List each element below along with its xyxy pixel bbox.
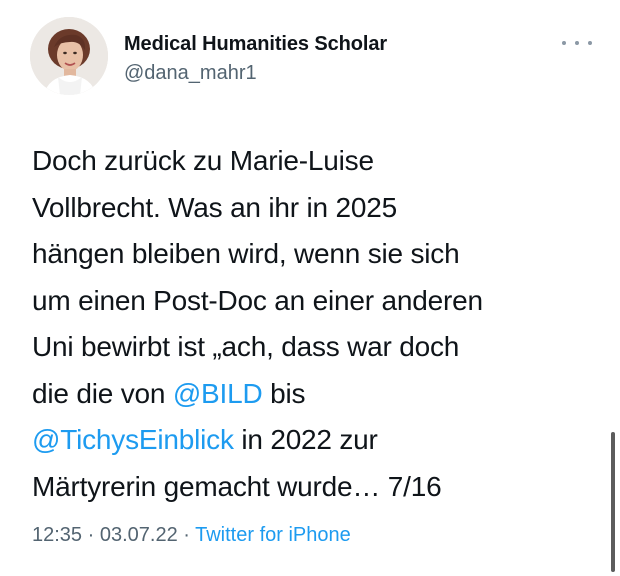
tweet-text-segment: die die von xyxy=(32,377,173,409)
tweet-text-line: hängen bleiben wird, wenn sie sich xyxy=(32,231,602,278)
tweet-text: Doch zurück zu Marie-Luise Vollbrecht. Wa… xyxy=(32,138,602,510)
tweet-text-line: Uni bewirbt ist „ach, dass war doch xyxy=(32,324,602,371)
tweet-text-segment: Doch zurück zu Marie-Luise xyxy=(32,145,374,176)
tweet-text-line: Märtyrerin gemacht wurde… 7/16 xyxy=(32,464,602,511)
dot-icon xyxy=(562,41,566,45)
tweet-text-segment: in 2022 zur xyxy=(233,424,378,455)
meta-separator: · xyxy=(82,524,100,546)
mention-link[interactable]: @BILD xyxy=(173,378,263,409)
scrollbar[interactable] xyxy=(611,432,615,572)
tweet-time[interactable]: 12:35 xyxy=(32,524,82,546)
tweet-text-segment: Vollbrecht. Was an ihr in 2025 xyxy=(32,191,397,223)
more-horizontal-icon[interactable] xyxy=(562,36,592,50)
tweet-date[interactable]: 03.07.22 xyxy=(100,524,178,546)
tweet-text-line: Vollbrecht. Was an ihr in 2025 xyxy=(32,185,602,232)
tweet-text-segment: Märtyrerin gemacht wurde… 7/16 xyxy=(32,470,442,502)
tweet-text-segment: bis xyxy=(262,377,306,409)
tweet-text-segment: hängen bleiben wird, wenn sie sich xyxy=(32,238,460,269)
dot-icon xyxy=(575,41,579,45)
tweet-text-line: um einen Post-Doc an einer anderen xyxy=(32,278,602,325)
tweet-text-line: @TichysEinblick in 2022 zur xyxy=(32,417,602,464)
author-display-name[interactable]: Medical Humanities Scholar xyxy=(124,33,387,56)
tweet-text-segment: Uni bewirbt ist „ach, dass war doch xyxy=(32,331,460,362)
tweet-text-line: die die von @BILD bis xyxy=(32,371,602,418)
dot-icon xyxy=(588,41,592,45)
avatar[interactable] xyxy=(30,17,108,95)
mention-link[interactable]: @TichysEinblick xyxy=(32,424,234,455)
tweet-meta: 12:35 · 03.07.22 · Twitter for iPhone xyxy=(32,524,351,547)
tweet-source-link[interactable]: Twitter for iPhone xyxy=(195,524,351,546)
tweet-text-segment: um einen Post-Doc an einer anderen xyxy=(32,284,483,316)
tweet: Medical Humanities Scholar @dana_mahr1 D… xyxy=(0,0,620,576)
meta-separator: · xyxy=(177,524,196,546)
tweet-text-line: Doch zurück zu Marie-Luise xyxy=(32,138,602,185)
author-handle[interactable]: @dana_mahr1 xyxy=(124,62,257,85)
profile-photo xyxy=(30,17,108,95)
